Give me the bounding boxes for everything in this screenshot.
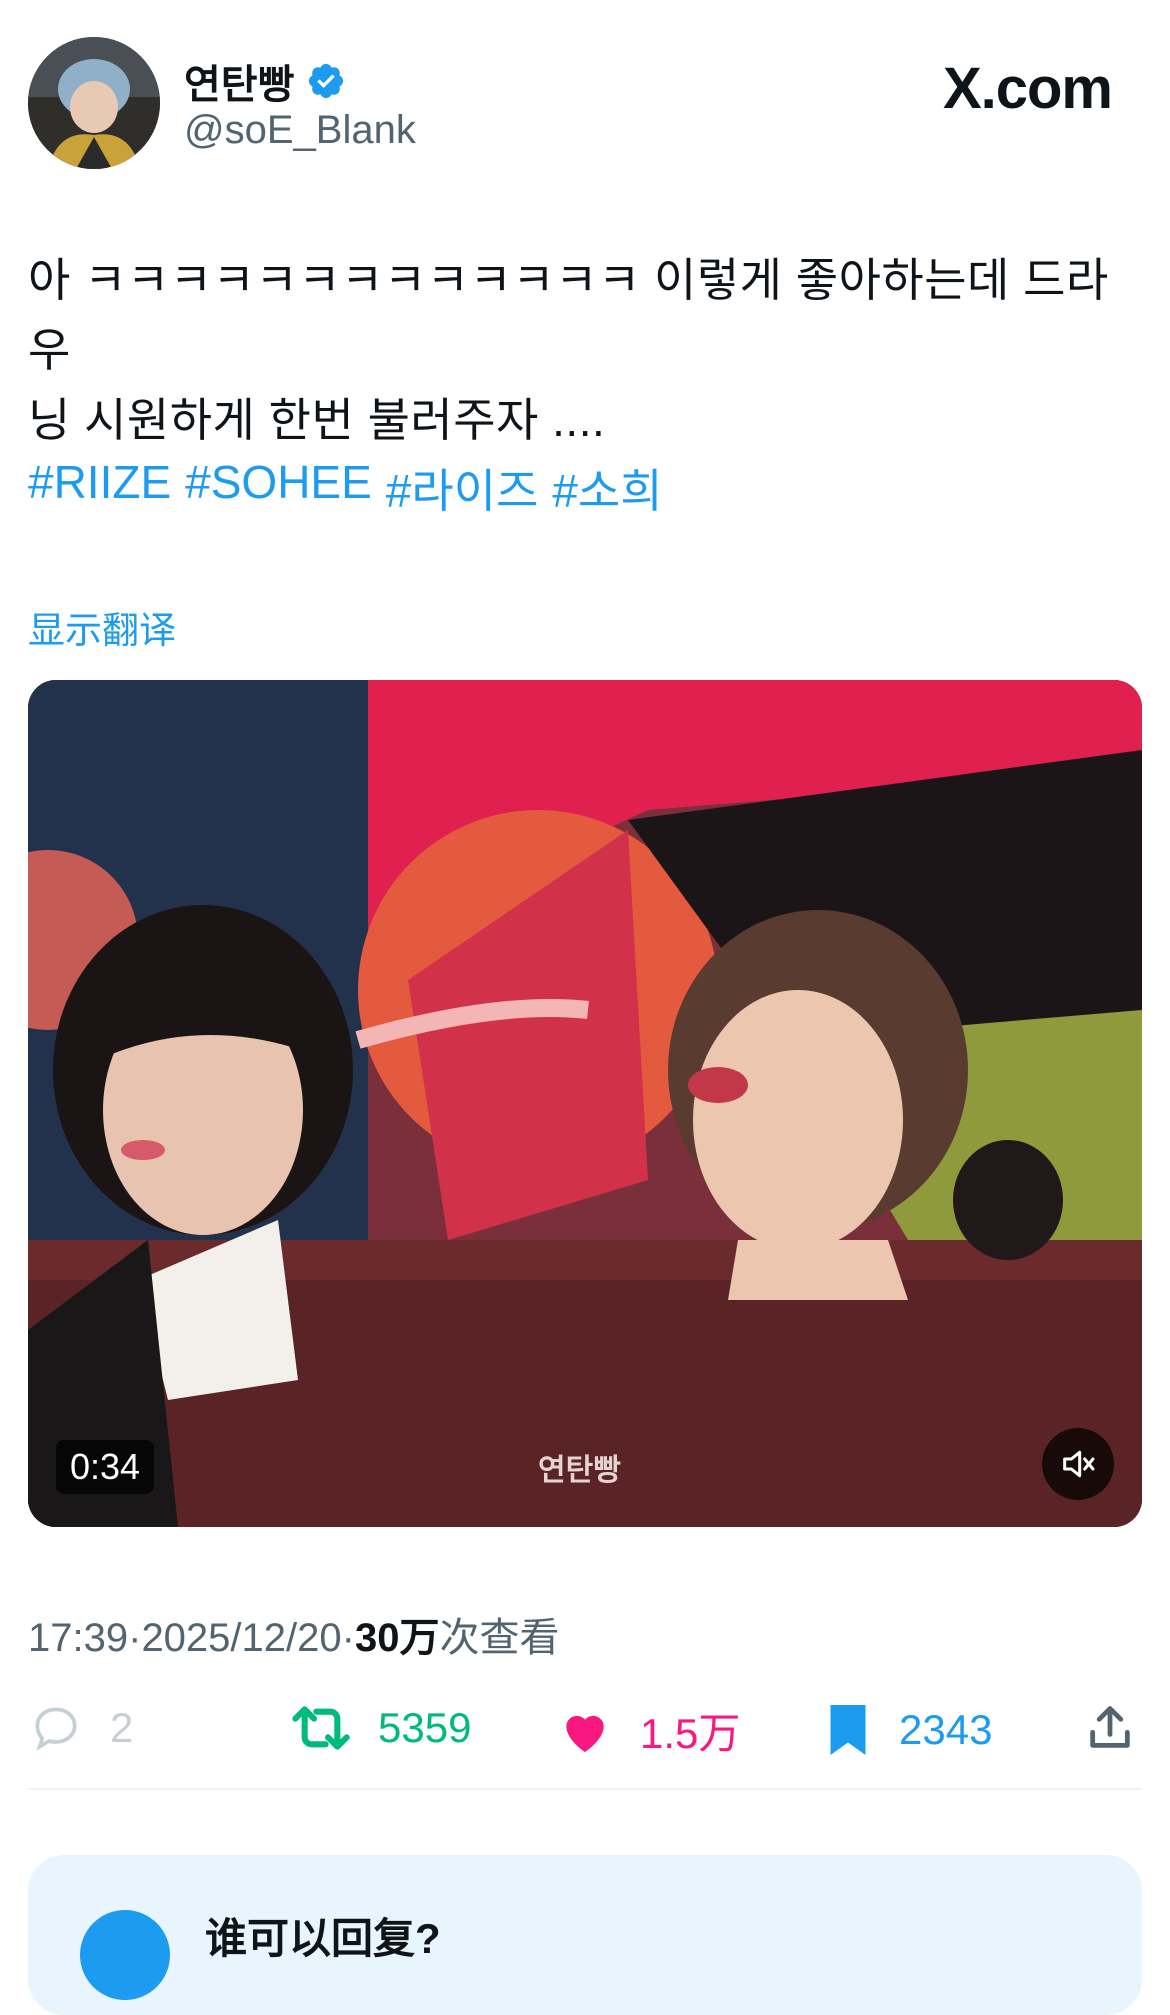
hashtag-link[interactable]: #SOHEE <box>185 455 372 521</box>
reply-button[interactable]: 2 <box>28 1700 133 1756</box>
like-count: 1.5万 <box>640 1710 741 1757</box>
video-frame <box>28 680 1142 1527</box>
bookmark-button[interactable]: 2343 <box>823 1700 992 1760</box>
video-player[interactable]: 연탄빵 0:34 <box>28 680 1142 1527</box>
bookmark-count: 2343 <box>899 1706 993 1753</box>
tweet-date[interactable]: 2025/12/20 <box>141 1616 341 1661</box>
video-watermark: 연탄빵 <box>538 1454 621 1487</box>
hashtag-link[interactable]: #소희 <box>552 455 662 521</box>
display-name[interactable]: 연탄빵 <box>184 52 294 110</box>
meta-separator: · <box>341 1616 355 1660</box>
author-handle[interactable]: @soE_Blank <box>184 108 416 153</box>
tweet-text-line-1: 아 ㅋㅋㅋㅋㅋㅋㅋㅋㅋㅋㅋㅋㅋ 이렇게 좋아하는데 드라우 <box>28 254 1109 376</box>
like-button[interactable]: 1.5万 <box>556 1700 740 1761</box>
speaker-muted-icon <box>1063 1450 1095 1478</box>
reply-icon <box>35 1707 77 1751</box>
heart-icon <box>566 1715 604 1752</box>
tweet-time[interactable]: 17:39 <box>28 1616 128 1661</box>
tweet-actions-bar: 2 5359 1.5万 2343 <box>28 1700 1142 1776</box>
bookmark-icon <box>830 1705 866 1755</box>
hashtag-link[interactable]: #RIIZE <box>28 455 171 521</box>
share-button[interactable] <box>1084 1700 1136 1756</box>
avatar-image <box>28 37 160 169</box>
tweet-text-line-2: 닝 시원하게 한번 불러주자 .... <box>28 394 606 446</box>
brand-logo: X.com <box>942 56 1113 121</box>
divider <box>28 1788 1142 1790</box>
video-duration-badge: 0:34 <box>56 1440 155 1494</box>
view-count: 30万 <box>354 1616 440 1660</box>
view-count-label: 次查看 <box>439 1616 560 1660</box>
retweet-icon <box>292 1706 350 1750</box>
avatar[interactable] <box>28 37 160 169</box>
show-translation-link[interactable]: 显示翻译 <box>28 600 176 654</box>
reply-permission-card <box>28 1855 1142 2015</box>
tweet-text: 아 ㅋㅋㅋㅋㅋㅋㅋㅋㅋㅋㅋㅋㅋ 이렇게 좋아하는데 드라우 닝 시원하게 한번 … <box>28 245 1138 455</box>
author-name-row[interactable]: 연탄빵 <box>184 52 346 110</box>
verified-badge-icon <box>309 63 344 99</box>
retweet-button[interactable]: 5359 <box>290 1700 471 1756</box>
mention-icon <box>80 1910 170 2000</box>
mute-toggle-button[interactable] <box>1042 1428 1114 1500</box>
retweet-count: 5359 <box>378 1704 472 1751</box>
reply-permission-title: 谁可以回复? <box>205 1915 441 1962</box>
share-icon <box>1090 1706 1130 1748</box>
hashtag-list: #RIIZE #SOHEE #라이즈 #소희 <box>28 455 663 521</box>
reply-count: 2 <box>110 1704 134 1751</box>
hashtag-link[interactable]: #라이즈 <box>386 455 539 521</box>
tweet-meta: 17:39 · 2025/12/20 · 30万 次查看 <box>28 1605 559 1663</box>
meta-separator: · <box>128 1616 142 1660</box>
